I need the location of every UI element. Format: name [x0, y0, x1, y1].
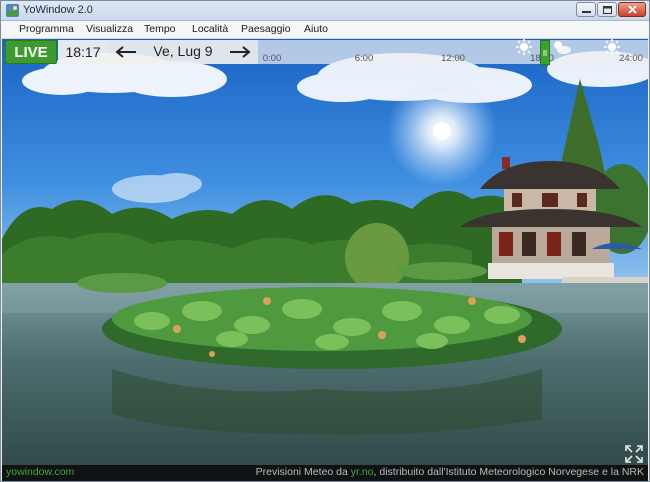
tick-label: 6:00 — [354, 53, 374, 64]
menu-localita[interactable]: Località — [192, 23, 228, 35]
maximize-icon — [602, 5, 612, 14]
window-title: YoWindow 2.0 — [23, 4, 93, 16]
menu-paesaggio[interactable]: Paesaggio — [241, 23, 291, 35]
minimize-icon — [581, 10, 591, 13]
menu-bar: Programma Visualizza Tempo Località Paes… — [1, 21, 649, 39]
tick-label: 12:00 — [441, 53, 465, 64]
arrow-left-icon[interactable] — [114, 44, 138, 60]
live-button[interactable]: LIVE — [5, 40, 57, 64]
menu-tempo[interactable]: Tempo — [144, 23, 176, 35]
date-label: Ve, Lug 9 — [153, 43, 213, 59]
maximize-button[interactable] — [597, 2, 617, 17]
time-slider-handle[interactable] — [539, 40, 550, 65]
timeline-bar[interactable]: 0:00 6:00 12:00 18:00 24:00 — [258, 39, 648, 65]
sun-icon — [516, 39, 532, 55]
tick-label: 0:00 — [262, 53, 282, 64]
yr-link[interactable]: yr.no — [351, 466, 374, 478]
credit-suffix: , distribuito dall'Istituto Meteorologic… — [373, 466, 644, 478]
minimize-button[interactable] — [576, 2, 596, 17]
willow-tree — [345, 223, 409, 291]
partly-cloudy-icon — [554, 41, 571, 54]
fullscreen-icon[interactable] — [624, 444, 644, 464]
slider-grip-icon — [542, 50, 547, 56]
site-link[interactable]: yowindow.com — [6, 466, 74, 478]
app-icon — [6, 4, 19, 17]
arrow-right-icon[interactable] — [228, 44, 252, 60]
sun — [433, 122, 451, 140]
close-button[interactable] — [618, 2, 646, 17]
sun-icon — [604, 39, 620, 55]
time-toolbar: LIVE 18:17 Ve, Lug 9 0:00 6:00 12:00 18:… — [2, 39, 648, 65]
credits-text: Previsioni Meteo da yr.no, distribuito d… — [256, 466, 644, 478]
menu-aiuto[interactable]: Aiuto — [304, 23, 328, 35]
close-icon — [627, 5, 637, 14]
tick-label: 24:00 — [619, 53, 643, 64]
menu-visualizza[interactable]: Visualizza — [86, 23, 133, 35]
footer-bar: yowindow.com Previsioni Meteo da yr.no, … — [2, 465, 648, 481]
title-bar[interactable]: YoWindow 2.0 — [1, 1, 649, 21]
lotus-patch-right — [397, 262, 487, 280]
landscape-illustration — [2, 39, 648, 465]
app-window: YoWindow 2.0 Programma Visualizza Tempo … — [0, 0, 650, 482]
current-time: 18:17 — [58, 40, 108, 64]
date-navigator: Ve, Lug 9 — [108, 40, 258, 64]
lotus-patch-left — [77, 273, 167, 293]
menu-programma[interactable]: Programma — [19, 23, 74, 35]
weather-scene — [2, 39, 648, 465]
credit-prefix: Previsioni Meteo da — [255, 466, 351, 478]
